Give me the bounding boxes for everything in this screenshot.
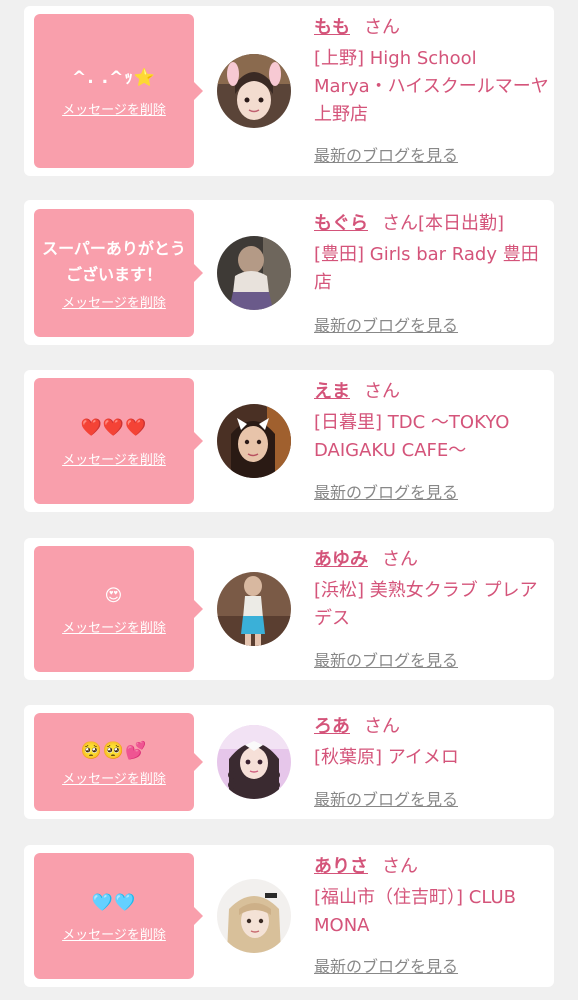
name-line: あゆみ さん (314, 546, 550, 574)
latest-blog-link[interactable]: 最新のブログを見る (314, 953, 458, 977)
girl-name-link[interactable]: ありさ (314, 856, 368, 877)
message-card: ^. .^ｯ⭐ メッセージを削除 もも さん [上野] High School M… (24, 6, 554, 176)
latest-blog-link[interactable]: 最新のブログを見る (314, 142, 458, 166)
girl-info: もぐら さん[本日出勤] [豊田] Girls bar Rady 豊田店 (314, 210, 550, 297)
blog-row: 最新のブログを見る (314, 786, 550, 810)
delete-message-link[interactable]: メッセージを削除 (62, 617, 166, 636)
name-line: もも さん (314, 14, 550, 42)
shop-name: [豊田] Girls bar Rady 豊田店 (314, 244, 539, 293)
message-card: 🥺🥺💕 メッセージを削除 ろあ さん [秋葉原] アイメロ 最新のブログを見る (24, 705, 554, 819)
honorific: さん (382, 549, 418, 570)
message-text: ^. .^ｯ⭐ (72, 67, 156, 88)
delete-message-link[interactable]: メッセージを削除 (62, 99, 166, 118)
honorific: さん (382, 213, 418, 234)
shop-name: [日暮里] TDC 〜TOKYO DAIGAKU CAFE〜 (314, 412, 510, 461)
delete-message-link[interactable]: メッセージを削除 (62, 292, 166, 311)
message-text: スーパーありがとうございます！ (42, 238, 186, 284)
name-line: ろあ さん (314, 713, 550, 741)
girl-info: もも さん [上野] High School Marya・ハイスクールマーヤ上野店 (314, 14, 550, 129)
honorific: さん (364, 716, 400, 737)
girl-info: ろあ さん [秋葉原] アイメロ (314, 713, 550, 772)
avatar[interactable] (217, 404, 291, 478)
honorific: さん (382, 856, 418, 877)
latest-blog-link[interactable]: 最新のブログを見る (314, 479, 458, 503)
delete-message-link[interactable]: メッセージを削除 (62, 924, 166, 943)
blog-row: 最新のブログを見る (314, 647, 550, 671)
avatar[interactable] (217, 54, 291, 128)
shop-name: [秋葉原] アイメロ (314, 747, 459, 768)
shop-name: [上野] High School Marya・ハイスクールマーヤ上野店 (314, 48, 549, 125)
avatar[interactable] (217, 879, 291, 953)
delete-message-link[interactable]: メッセージを削除 (62, 768, 166, 787)
delete-message-link[interactable]: メッセージを削除 (62, 449, 166, 468)
message-list: ^. .^ｯ⭐ メッセージを削除 もも さん [上野] High School M… (0, 0, 578, 1000)
latest-blog-link[interactable]: 最新のブログを見る (314, 647, 458, 671)
honorific: さん (364, 17, 400, 38)
message-text: 🩵🩵 (91, 892, 137, 913)
girl-name-link[interactable]: ろあ (314, 716, 350, 737)
message-bubble: 🩵🩵 メッセージを削除 (34, 853, 203, 979)
message-card: ❤️❤️❤️ メッセージを削除 えま さん [日暮里] TDC 〜TOKYO DA… (24, 370, 554, 512)
name-line: えま さん (314, 378, 550, 406)
girl-name-link[interactable]: もも (314, 17, 350, 38)
shop-name: [浜松] 美熟女クラブ プレアデス (314, 580, 538, 629)
name-suffix: [本日出勤] (418, 213, 505, 234)
message-card: 🩵🩵 メッセージを削除 ありさ さん [福山市（住吉町）] CLUB MONA 最… (24, 845, 554, 987)
avatar[interactable] (217, 572, 291, 646)
message-bubble: ^. .^ｯ⭐ メッセージを削除 (34, 14, 203, 168)
blog-row: 最新のブログを見る (314, 312, 550, 336)
girl-name-link[interactable]: もぐら (314, 213, 368, 234)
girl-name-link[interactable]: えま (314, 381, 350, 402)
shop-name: [福山市（住吉町）] CLUB MONA (314, 887, 516, 936)
avatar[interactable] (217, 725, 291, 799)
message-card: 😍 メッセージを削除 あゆみ さん [浜松] 美熟女クラブ プレアデス 最新のブロ… (24, 538, 554, 680)
girl-info: ありさ さん [福山市（住吉町）] CLUB MONA (314, 853, 550, 940)
name-line: もぐら さん[本日出勤] (314, 210, 550, 238)
message-text: 😍 (104, 585, 124, 606)
blog-row: 最新のブログを見る (314, 142, 550, 166)
message-text: 🥺🥺💕 (80, 740, 148, 761)
message-bubble: 😍 メッセージを削除 (34, 546, 203, 672)
avatar[interactable] (217, 236, 291, 310)
latest-blog-link[interactable]: 最新のブログを見る (314, 312, 458, 336)
message-bubble: スーパーありがとうございます！ メッセージを削除 (34, 209, 203, 337)
message-card: スーパーありがとうございます！ メッセージを削除 もぐら さん[本日出勤] [豊田… (24, 200, 554, 345)
message-text: ❤️❤️❤️ (80, 417, 148, 438)
honorific: さん (364, 381, 400, 402)
message-bubble: ❤️❤️❤️ メッセージを削除 (34, 378, 203, 504)
girl-name-link[interactable]: あゆみ (314, 549, 368, 570)
blog-row: 最新のブログを見る (314, 479, 550, 503)
girl-info: あゆみ さん [浜松] 美熟女クラブ プレアデス (314, 546, 550, 633)
blog-row: 最新のブログを見る (314, 953, 550, 977)
latest-blog-link[interactable]: 最新のブログを見る (314, 786, 458, 810)
message-bubble: 🥺🥺💕 メッセージを削除 (34, 713, 203, 811)
name-line: ありさ さん (314, 853, 550, 881)
girl-info: えま さん [日暮里] TDC 〜TOKYO DAIGAKU CAFE〜 (314, 378, 550, 465)
